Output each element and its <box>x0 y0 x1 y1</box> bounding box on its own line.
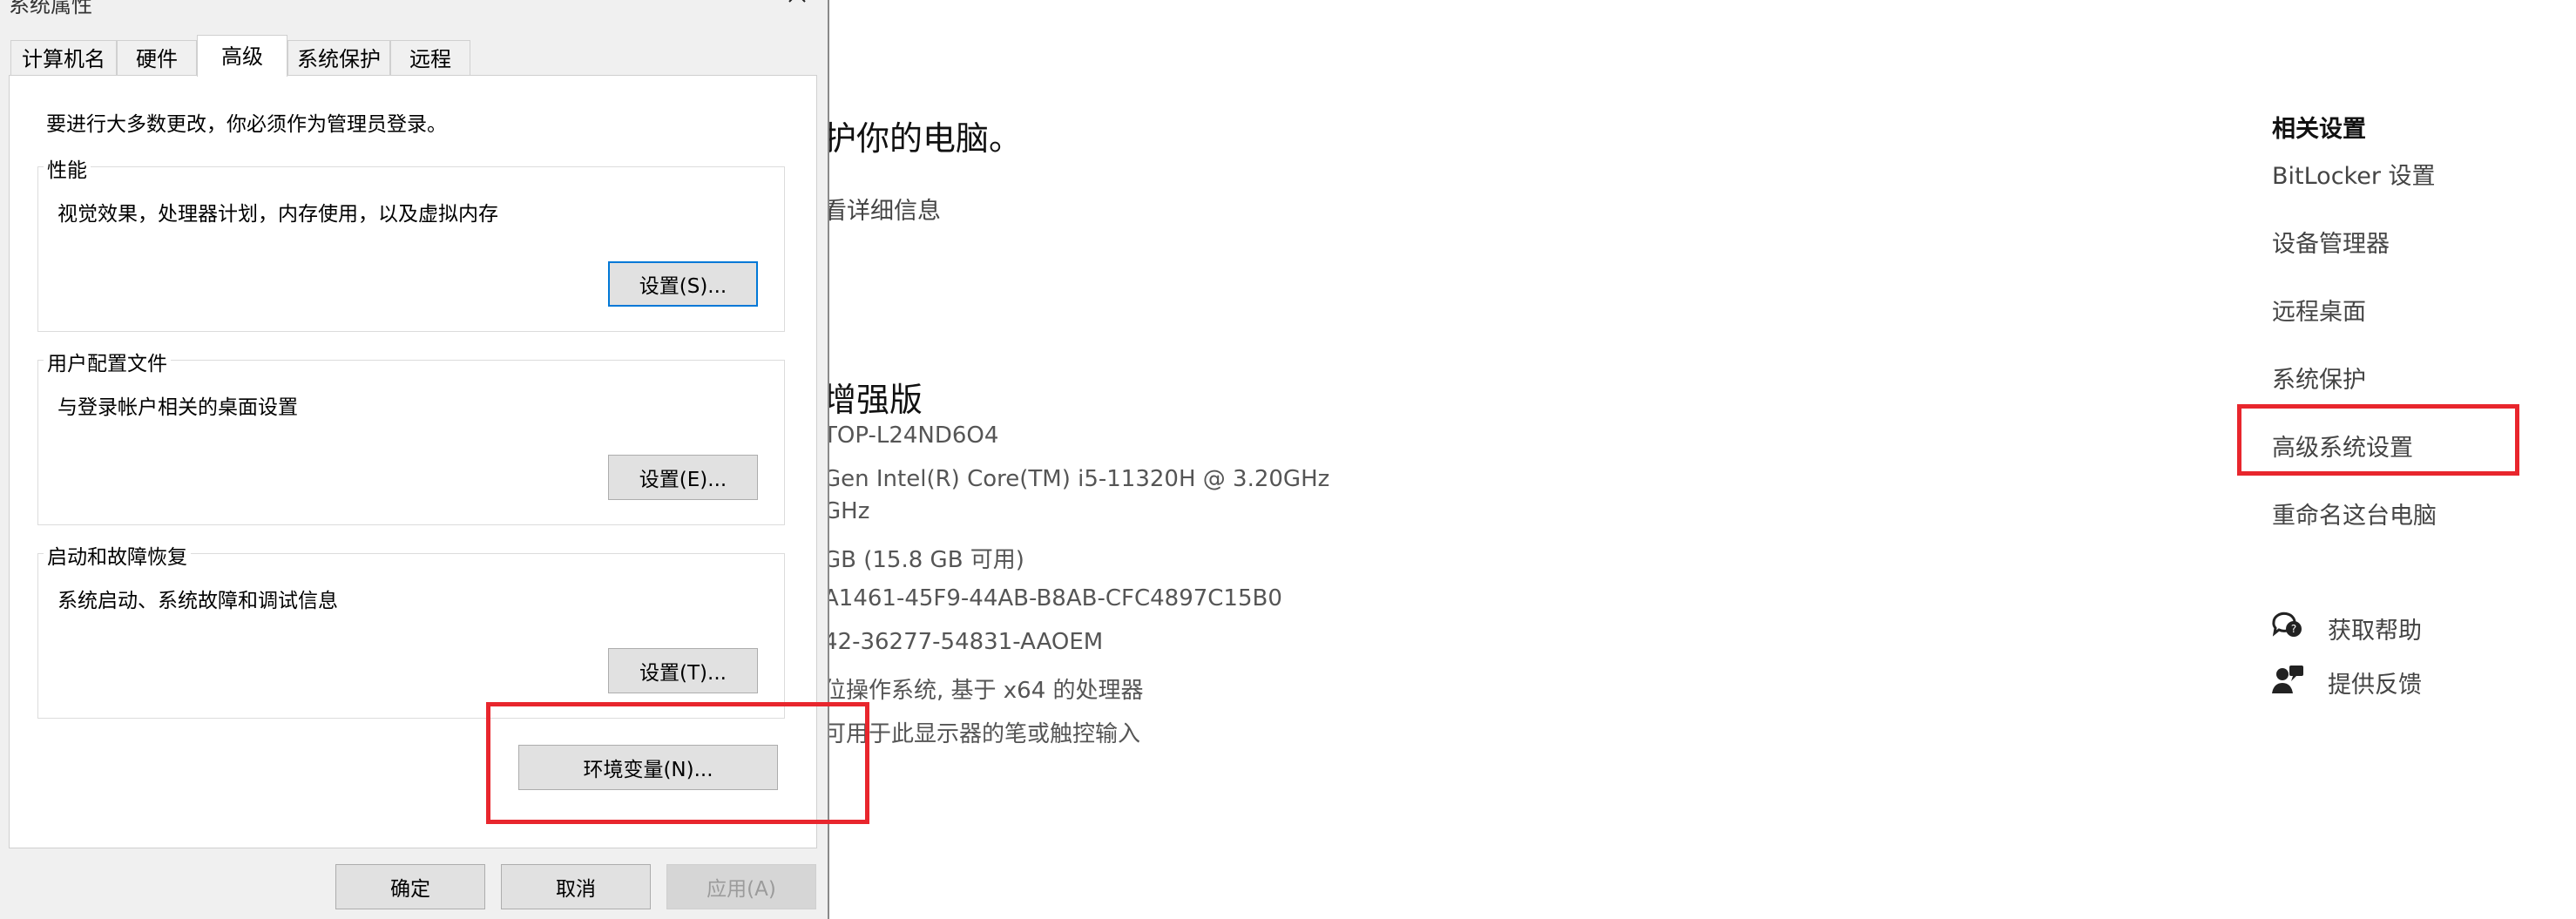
env-variables-highlight <box>486 702 869 824</box>
performance-group: 性能 视觉效果，处理器计划，内存使用，以及虚拟内存 设置(S)... <box>37 153 785 332</box>
related-settings-title: 相关设置 <box>2272 116 2366 143</box>
tab-hardware[interactable]: 硬件 <box>117 40 197 77</box>
advanced-settings-highlight <box>2237 404 2519 476</box>
ok-button[interactable]: 确定 <box>335 864 485 909</box>
feedback-icon <box>2270 662 2305 700</box>
rename-pc-link[interactable]: 重命名这台电脑 <box>2272 497 2437 530</box>
windows-edition-heading: 增强版 <box>823 381 923 419</box>
close-icon[interactable] <box>784 0 810 12</box>
device-manager-link[interactable]: 设备管理器 <box>2272 225 2390 259</box>
processor-value: Gen Intel(R) Core(TM) i5-11320H @ 3.20GH… <box>823 466 1330 492</box>
ram-value: GB (15.8 GB 可用) <box>823 547 1024 573</box>
user-profiles-group: 用户配置文件 与登录帐户相关的桌面设置 设置(E)... <box>37 347 785 525</box>
tab-system-protection[interactable]: 系统保护 <box>287 40 390 77</box>
device-name-value: TOP-L24ND6O4 <box>823 422 999 449</box>
performance-group-title: 性能 <box>44 153 91 183</box>
dialog-title: 系统属性 <box>9 0 92 17</box>
performance-settings-button[interactable]: 设置(S)... <box>608 261 758 307</box>
admin-notice: 要进行大多数更改，你必须作为管理员登录。 <box>46 113 447 136</box>
tab-remote[interactable]: 远程 <box>390 40 470 77</box>
performance-description: 视觉效果，处理器计划，内存使用，以及虚拟内存 <box>57 203 498 226</box>
svg-text:?: ? <box>2291 623 2296 635</box>
protect-heading: 护你的电脑。 <box>823 119 1023 158</box>
startup-recovery-group: 启动和故障恢复 系统启动、系统故障和调试信息 设置(T)... <box>37 540 785 719</box>
bitlocker-settings-link[interactable]: BitLocker 设置 <box>2272 157 2436 191</box>
get-help-link[interactable]: 获取帮助 <box>2328 612 2422 645</box>
user-profiles-settings-button[interactable]: 设置(E)... <box>608 455 758 500</box>
remote-desktop-link[interactable]: 远程桌面 <box>2272 293 2366 327</box>
startup-recovery-description: 系统启动、系统故障和调试信息 <box>57 590 338 612</box>
system-protection-link[interactable]: 系统保护 <box>2272 361 2366 395</box>
product-id-value: 42-36277-54831-AAOEM <box>823 629 1104 655</box>
cancel-button[interactable]: 取消 <box>501 864 651 909</box>
view-details-link[interactable]: 看详细信息 <box>823 192 941 226</box>
user-profiles-group-title: 用户配置文件 <box>44 347 171 376</box>
apply-button[interactable]: 应用(A) <box>666 864 816 909</box>
pen-touch-value: 可用于此显示器的笔或触控输入 <box>823 721 1141 747</box>
device-id-value: A1461-45F9-44AB-B8AB-CFC4897C15B0 <box>823 585 1282 612</box>
tab-advanced[interactable]: 高级 <box>197 35 287 77</box>
processor-speed-value: GHz <box>823 498 870 524</box>
system-properties-dialog: 系统属性 计算机名 硬件 高级 系统保护 远程 要进行大多数更改，你必须作为管理… <box>0 0 869 919</box>
user-profiles-description: 与登录帐户相关的桌面设置 <box>57 396 298 419</box>
tab-computer-name[interactable]: 计算机名 <box>10 40 117 77</box>
provide-feedback-link[interactable]: 提供反馈 <box>2328 666 2422 699</box>
startup-recovery-group-title: 启动和故障恢复 <box>44 540 191 570</box>
system-type-value: 位操作系统, 基于 x64 的处理器 <box>823 678 1144 704</box>
get-help-icon: ? <box>2270 608 2305 646</box>
startup-recovery-settings-button[interactable]: 设置(T)... <box>608 648 758 693</box>
